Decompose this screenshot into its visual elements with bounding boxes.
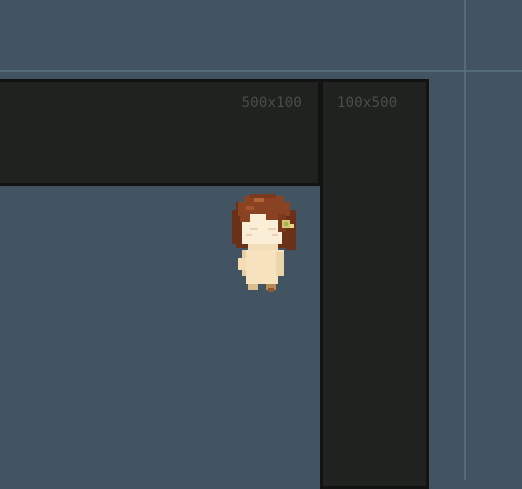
block-size-label: 100x500 [337, 95, 398, 111]
block-size-label: 500x100 [241, 95, 302, 111]
chibi-girl-sprite [232, 194, 296, 292]
player-character[interactable] [226, 192, 302, 296]
horizontal-guide-line [0, 70, 522, 72]
vertical-guide-line [464, 0, 466, 480]
horizontal-wall-block: 500x100 [0, 79, 321, 186]
vertical-wall-block: 100x500 [320, 79, 429, 489]
